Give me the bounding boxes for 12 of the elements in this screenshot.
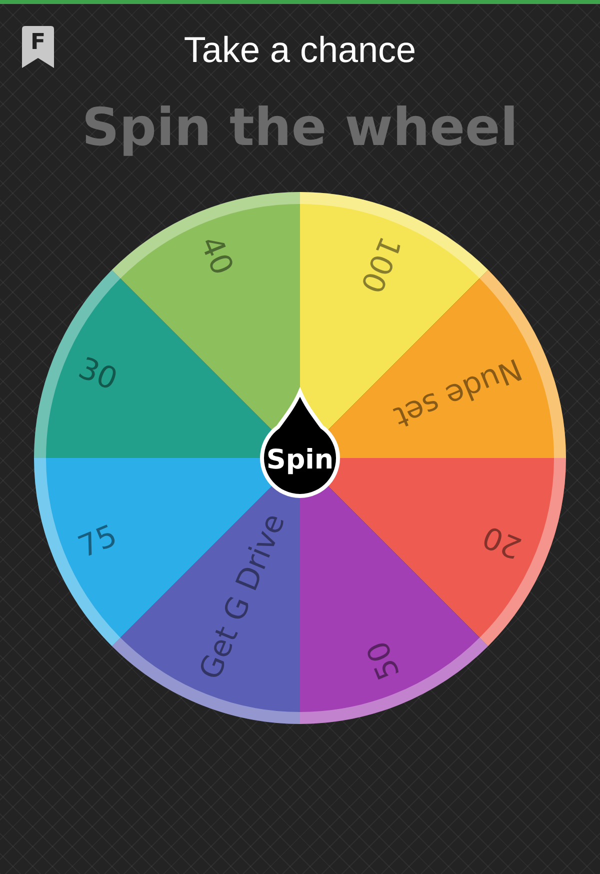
bookmark-badge[interactable]: F xyxy=(22,26,54,68)
segment-label: Get G Drive xyxy=(192,508,292,685)
segment-label: 40 xyxy=(192,231,240,280)
segment-label: 100 xyxy=(353,231,408,298)
segment-label: 30 xyxy=(73,350,122,398)
segment-label: 50 xyxy=(360,636,408,685)
wheel-heading: Spin the wheel xyxy=(80,97,520,160)
segment-label: Nude set xyxy=(389,350,527,434)
page-title: Take a chance xyxy=(184,29,416,71)
segment-label: 20 xyxy=(478,518,527,566)
spin-button[interactable]: Spin xyxy=(260,390,340,498)
segment-label: 75 xyxy=(73,518,122,566)
